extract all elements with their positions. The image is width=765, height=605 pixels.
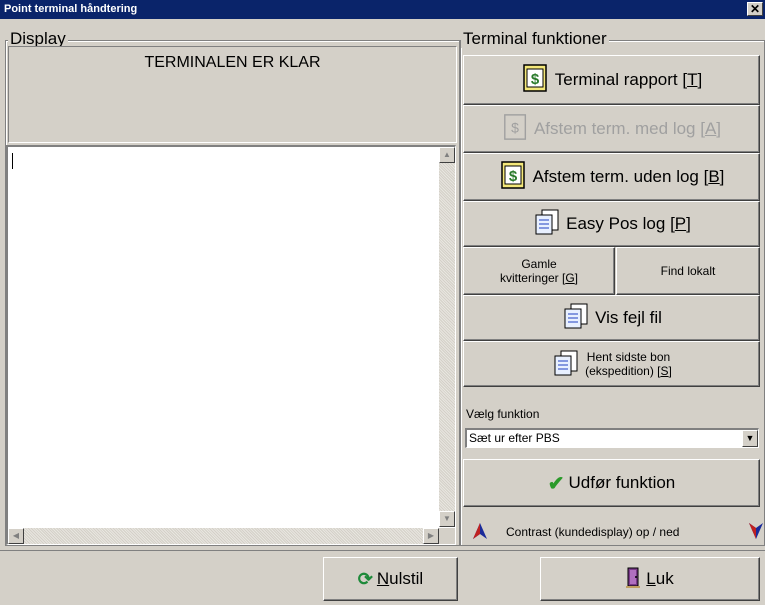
select-function-label: Vælg funktion [466,407,540,421]
refresh-icon: ⟳ [357,568,373,589]
luk-button[interactable]: Luk [540,557,760,601]
afstem-med-log-label: Afstem term. med log [A] [533,119,722,138]
document-icon [561,302,591,335]
luk-label: Luk [646,569,674,588]
contrast-label: Contrast (kundedisplay) op / ned [506,525,680,539]
chevron-down-icon[interactable]: ▼ [742,430,758,447]
scroll-corner [439,528,455,544]
terminal-rapport-label: Terminal rapport [T] [554,70,703,89]
svg-text:$: $ [531,71,540,88]
scroll-up-button[interactable]: ▲ [439,147,455,163]
gamle-kvitteringer-label: Gamle kvitteringer [G] [499,257,579,285]
report-icon: $ [499,160,529,195]
vertical-scrollbar[interactable]: ▲ ▼ [439,147,455,527]
report-icon: $ [521,63,551,98]
afstem-med-log-button[interactable]: $ Afstem term. med log [A] [463,105,760,153]
easy-pos-log-button[interactable]: Easy Pos log [P] [463,201,760,247]
afstem-uden-log-button[interactable]: $ Afstem term. uden log [B] [463,153,760,201]
check-icon: ✔ [547,472,565,495]
function-select[interactable]: Sæt ur efter PBS ▼ [465,428,759,448]
title-bar: Point terminal håndtering ✕ [0,0,765,19]
terminal-rapport-button[interactable]: $ Terminal rapport [T] [463,55,760,105]
display-message: TERMINALEN ER KLAR [144,54,321,71]
svg-text:$: $ [511,119,519,135]
easy-pos-log-label: Easy Pos log [P] [566,214,691,233]
document-icon [551,349,581,380]
nulstil-button[interactable]: ⟳ Nulstil [323,557,458,601]
functions-group-label: Terminal funktioner [461,29,609,48]
close-icon[interactable]: ✕ [747,2,763,16]
display-panel: TERMINALEN ER KLAR [8,46,457,143]
find-lokalt-label: Find lokalt [660,264,716,278]
gamle-kvitteringer-button[interactable]: Gamle kvitteringer [G] [463,247,615,295]
function-select-value: Sæt ur efter PBS [469,431,560,445]
door-icon [626,566,642,593]
udfor-funktion-button[interactable]: ✔ Udfør funktion [463,459,760,507]
horizontal-scrollbar[interactable]: ◀ ▶ [8,528,439,544]
window-title: Point terminal håndtering [4,3,138,15]
vis-fejl-fil-label: Vis fejl fil [595,308,662,327]
vis-fejl-fil-button[interactable]: Vis fejl fil [463,295,760,341]
udfor-funktion-label: Udfør funktion [568,473,676,492]
find-lokalt-button[interactable]: Find lokalt [616,247,760,295]
scroll-right-button[interactable]: ▶ [423,528,439,544]
report-icon: $ [502,113,530,146]
text-caret [12,153,13,169]
hent-sidste-bon-button[interactable]: Hent sidste bon (ekspedition) [S] [463,341,760,387]
scroll-down-button[interactable]: ▼ [439,511,455,527]
document-icon [532,208,562,241]
nulstil-label: Nulstil [376,569,424,588]
log-textarea[interactable]: ▲ ▼ ◀ ▶ [6,145,456,545]
arrow-up-icon[interactable] [472,522,488,545]
contrast-row: Contrast (kundedisplay) op / ned [472,522,764,545]
hent-sidste-bon-label: Hent sidste bon (ekspedition) [S] [585,350,672,378]
scroll-left-button[interactable]: ◀ [8,528,24,544]
afstem-uden-log-label: Afstem term. uden log [B] [532,167,725,186]
arrow-down-icon[interactable] [748,522,764,545]
svg-text:$: $ [508,168,517,185]
